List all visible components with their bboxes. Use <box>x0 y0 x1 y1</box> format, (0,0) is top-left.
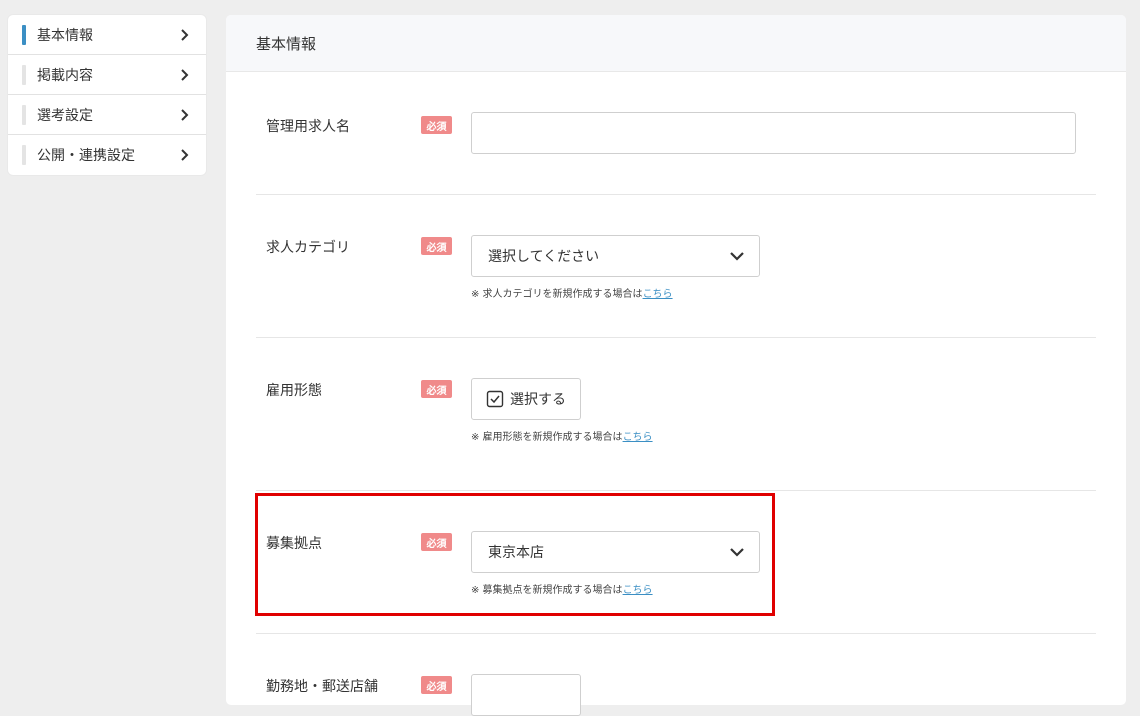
chevron-right-icon <box>181 68 189 81</box>
sidebar-item-label: 公開・連携設定 <box>37 148 135 164</box>
row-divider <box>256 633 1096 634</box>
row-divider <box>256 337 1096 338</box>
inactive-indicator <box>22 145 26 165</box>
button-label: 選択する <box>510 392 566 408</box>
job-name-input[interactable] <box>471 112 1076 154</box>
inactive-indicator <box>22 104 26 125</box>
active-indicator <box>22 24 26 45</box>
required-badge: 必須 <box>421 237 452 255</box>
select-work-location-button[interactable] <box>471 674 581 716</box>
page-title: 基本情報 <box>256 34 317 53</box>
recruit-base-field: 東京本店 ※ 募集拠点を新規作成する場合はこちら <box>471 531 760 596</box>
form-row-recruit-base: 募集拠点 必須 東京本店 ※ 募集拠点を新規作成する場合はこちら <box>256 531 1096 613</box>
employment-type-field: 選択する ※ 雇用形態を新規作成する場合はこちら <box>471 378 653 443</box>
note-text: ※ 雇用形態を新規作成する場合は <box>471 432 623 443</box>
sidebar-item-label: 選考設定 <box>37 107 93 124</box>
required-badge: 必須 <box>421 116 452 134</box>
main-panel: 基本情報 管理用求人名 必須 求人カテゴリ 必須 選択してください ※ 求人カテ… <box>226 15 1126 716</box>
row-divider <box>256 490 1096 491</box>
required-badge: 必須 <box>421 676 452 694</box>
chevron-right-icon <box>181 108 189 121</box>
form-row-work-location: 勤務地・郵送店舗 必須 <box>256 674 1096 716</box>
note-text: ※ 求人カテゴリを新規作成する場合は <box>471 289 643 300</box>
field-label: 管理用求人名 <box>266 119 350 135</box>
form-row-job-category: 求人カテゴリ 必須 選択してください ※ 求人カテゴリを新規作成する場合はこちら <box>256 235 1096 317</box>
select-value: 選択してください <box>488 249 600 265</box>
row-divider <box>256 194 1096 195</box>
job-category-field: 選択してください ※ 求人カテゴリを新規作成する場合はこちら <box>471 235 760 300</box>
required-badge: 必須 <box>421 380 452 398</box>
chevron-right-icon <box>181 149 189 161</box>
sidebar: 基本情報 掲載内容 選考設定 公開・連携設定 <box>8 15 206 175</box>
form-row-employment-type: 雇用形態 必須 選択する ※ 雇用形態を新規作成する場合はこちら <box>256 378 1096 460</box>
sidebar-item-selection-settings[interactable]: 選考設定 <box>8 95 206 135</box>
recruit-base-select[interactable]: 東京本店 <box>471 531 760 573</box>
panel-header: 基本情報 <box>226 15 1126 72</box>
chevron-right-icon <box>181 28 189 41</box>
create-recruit-base-link[interactable]: こちら <box>623 585 653 596</box>
required-badge: 必須 <box>421 533 452 551</box>
sidebar-item-basic-info[interactable]: 基本情報 <box>8 15 206 55</box>
field-label: 勤務地・郵送店舗 <box>266 679 378 695</box>
select-value: 東京本店 <box>488 545 544 561</box>
field-label: 雇用形態 <box>266 383 322 399</box>
field-label: 求人カテゴリ <box>266 240 350 256</box>
chevron-down-icon <box>730 548 744 557</box>
help-note: ※ 募集拠点を新規作成する場合はこちら <box>471 581 760 596</box>
select-employment-type-button[interactable]: 選択する <box>471 378 581 420</box>
sidebar-item-label: 掲載内容 <box>37 67 93 84</box>
inactive-indicator <box>22 64 26 85</box>
field-label: 募集拠点 <box>266 536 322 552</box>
create-category-link[interactable]: こちら <box>643 289 673 300</box>
sidebar-item-publish-settings[interactable]: 公開・連携設定 <box>8 135 206 175</box>
note-text: ※ 募集拠点を新規作成する場合は <box>471 585 623 596</box>
sidebar-item-label: 基本情報 <box>37 27 93 44</box>
sidebar-item-listing-content[interactable]: 掲載内容 <box>8 55 206 95</box>
checkbox-icon <box>486 390 504 408</box>
chevron-down-icon <box>730 252 744 261</box>
job-category-select[interactable]: 選択してください <box>471 235 760 277</box>
form-row-job-name: 管理用求人名 必須 <box>256 112 1096 176</box>
create-employment-type-link[interactable]: こちら <box>623 432 653 443</box>
help-note: ※ 求人カテゴリを新規作成する場合はこちら <box>471 285 760 300</box>
help-note: ※ 雇用形態を新規作成する場合はこちら <box>471 428 653 443</box>
